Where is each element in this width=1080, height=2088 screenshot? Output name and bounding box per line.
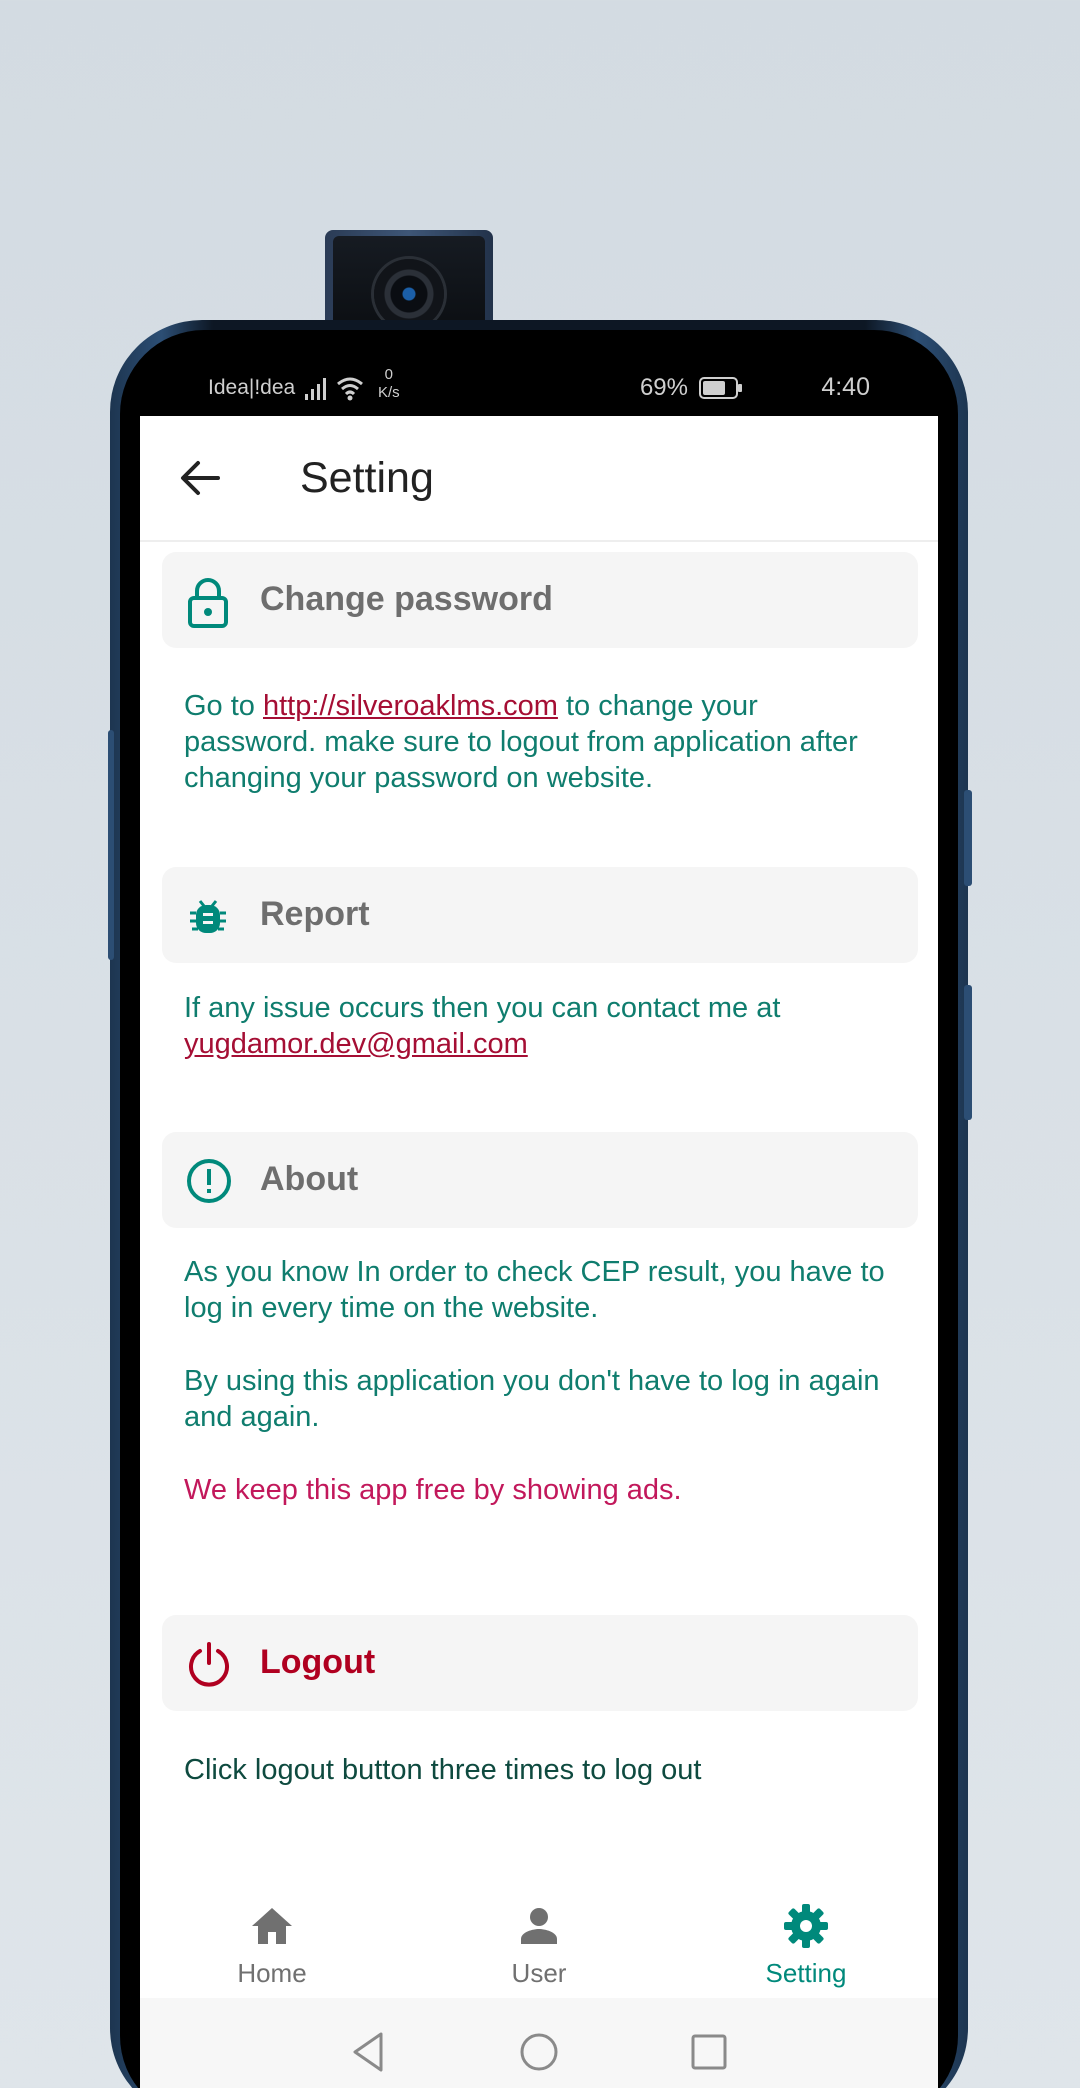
page-title: Setting xyxy=(300,454,434,502)
net-speed-unit: K/s xyxy=(378,384,400,401)
report-title: Report xyxy=(260,895,370,933)
bug-icon xyxy=(186,893,230,937)
app-bar: Setting xyxy=(140,416,938,542)
app-screen: Setting Change password Go to http://sil… xyxy=(140,416,938,2088)
power-icon xyxy=(186,1641,230,1687)
about-title: About xyxy=(260,1160,359,1198)
nav-item-user[interactable]: User xyxy=(439,1902,639,1989)
about-paragraph-1: As you know In order to check CEP result… xyxy=(184,1256,885,1324)
bottom-navigation: Home User Setting xyxy=(140,1886,938,1998)
nav-label-home: Home xyxy=(237,1958,307,1988)
signal-wifi-icon xyxy=(305,374,371,408)
popup-camera-housing xyxy=(333,236,485,329)
system-back-icon[interactable] xyxy=(345,2028,393,2076)
contact-email-link[interactable]: yugdamor.dev@gmail.com xyxy=(184,1028,528,1060)
side-button-right-lower xyxy=(964,985,972,1120)
battery-percent: 69% xyxy=(639,374,688,401)
nav-label-user: User xyxy=(511,1958,567,1988)
info-exclamation-icon xyxy=(186,1158,231,1203)
net-speed: 0 K/s xyxy=(378,366,400,402)
change-password-header[interactable]: Change password xyxy=(162,552,918,648)
report-text: If any issue occurs then you can contact… xyxy=(184,990,894,1062)
report-text-start: If any issue occurs then you can contact… xyxy=(184,992,781,1024)
logout-button[interactable]: Logout xyxy=(162,1615,918,1711)
status-bar: Idea|!dea 0 K/s 69% 4:40 xyxy=(140,346,938,416)
ads-note: We keep this app free by showing ads. xyxy=(184,1474,682,1506)
nav-item-setting[interactable]: Setting xyxy=(706,1902,906,1989)
about-header[interactable]: About xyxy=(162,1132,918,1228)
system-recents-icon[interactable] xyxy=(685,2028,733,2076)
popup-camera xyxy=(325,230,493,329)
home-icon xyxy=(252,1908,292,1944)
user-icon xyxy=(521,1908,557,1944)
change-password-title: Change password xyxy=(260,580,553,618)
battery-icon xyxy=(699,376,743,406)
logout-text: Click logout button three times to log o… xyxy=(184,1754,702,1786)
report-header[interactable]: Report xyxy=(162,867,918,963)
back-arrow-icon[interactable] xyxy=(178,456,222,500)
net-speed-value: 0 xyxy=(384,366,394,383)
about-paragraph-2: By using this application you don't have… xyxy=(184,1365,880,1433)
phone-screen: Idea|!dea 0 K/s 69% 4:40 Setting Change … xyxy=(140,346,938,2088)
gear-icon xyxy=(784,1904,828,1948)
side-button-right-upper xyxy=(964,790,972,886)
website-link[interactable]: http://silveroaklms.com xyxy=(263,690,558,722)
nav-label-setting: Setting xyxy=(765,1958,847,1988)
side-button-left xyxy=(108,730,114,960)
nav-item-home[interactable]: Home xyxy=(172,1902,372,1989)
change-password-text-start: Go to xyxy=(184,690,263,722)
system-navigation-bar xyxy=(140,1998,938,2088)
carrier-name: Idea|!dea xyxy=(208,376,296,399)
lock-icon xyxy=(186,578,230,628)
change-password-text: Go to http://silveroaklms.com to change … xyxy=(184,688,894,796)
camera-lens xyxy=(374,259,444,329)
clock: 4:40 xyxy=(821,373,870,401)
system-home-icon[interactable] xyxy=(515,2028,563,2076)
logout-title: Logout xyxy=(260,1643,376,1681)
